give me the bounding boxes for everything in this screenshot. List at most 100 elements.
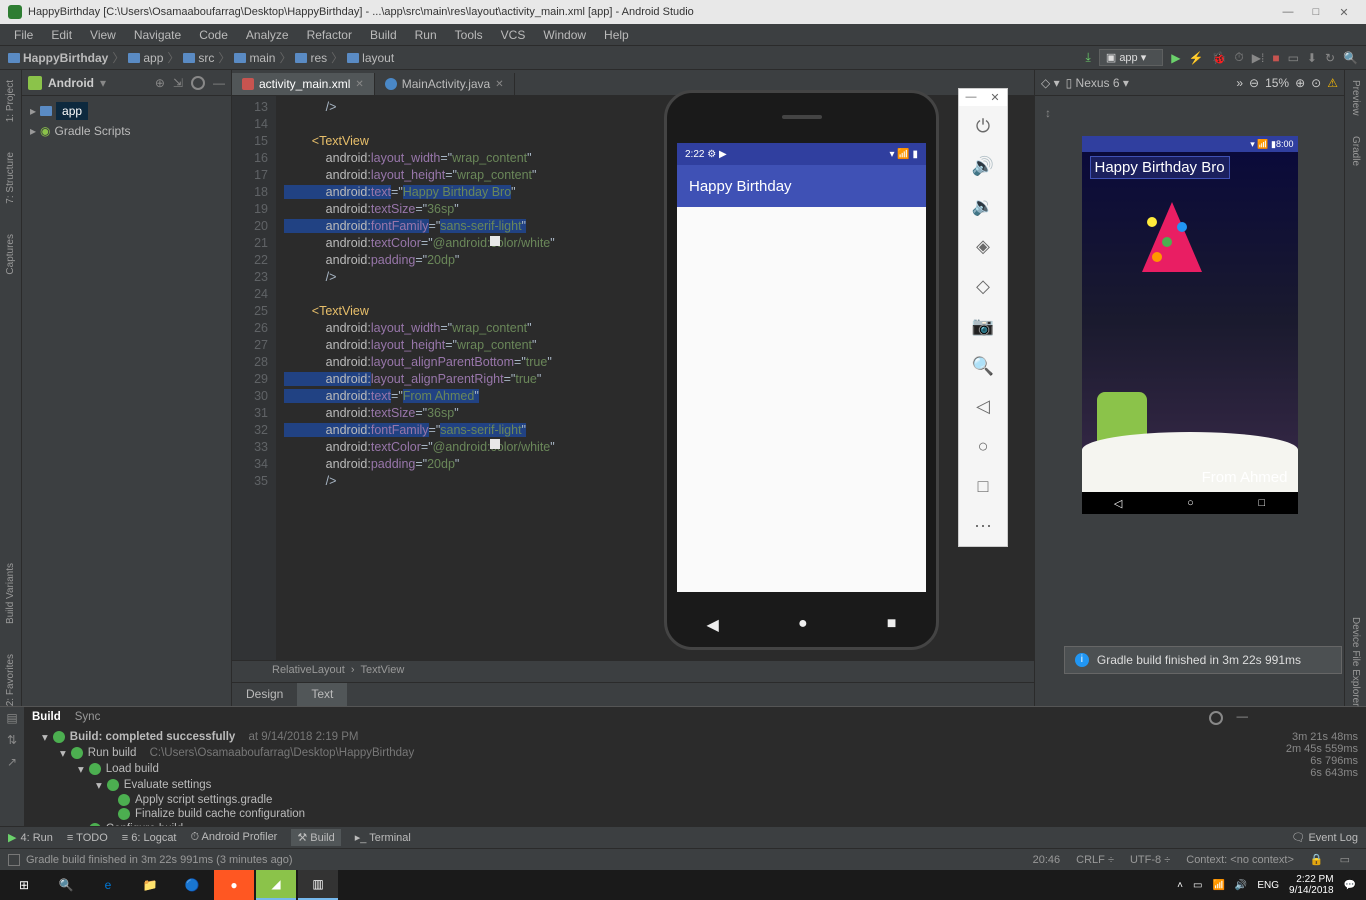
rail-device-explorer[interactable]: Device File Explorer <box>1350 617 1361 706</box>
explorer-icon[interactable]: 📁 <box>130 870 170 900</box>
preview-canvas[interactable]: ↕ ▾ 📶 ▮ 8:00 Happy Birthday Bro From Ahm… <box>1035 96 1344 706</box>
rail-project[interactable]: 1: Project <box>5 80 16 122</box>
tree-gradle[interactable]: Gradle Scripts <box>55 124 131 138</box>
zoom-icon[interactable]: 🔍 <box>959 346 1007 386</box>
wifi-icon[interactable]: 📶 <box>1212 880 1224 891</box>
tool-run[interactable]: 4: Run <box>8 831 53 844</box>
menu-window[interactable]: Window <box>535 26 594 44</box>
tab-text[interactable]: Text <box>297 683 347 706</box>
scroll-from-source-icon[interactable]: ⊕ <box>155 76 165 90</box>
tray-chevron-icon[interactable]: ˄ <box>1177 880 1183 891</box>
build-tab-build[interactable]: Build <box>32 711 61 725</box>
menu-build[interactable]: Build <box>362 26 405 44</box>
zoom-in-icon[interactable]: ⊕ <box>1295 76 1305 90</box>
sdk-button[interactable]: ⬇ <box>1307 51 1317 65</box>
menu-code[interactable]: Code <box>191 26 236 44</box>
menu-view[interactable]: View <box>82 26 124 44</box>
menu-refactor[interactable]: Refactor <box>299 26 360 44</box>
power-icon[interactable]: ⏻ <box>959 106 1007 146</box>
emu-overview-icon[interactable]: □ <box>959 466 1007 506</box>
tab-activity-main[interactable]: activity_main.xml✕ <box>232 73 375 95</box>
zoom-fit-icon[interactable]: ⊙ <box>1311 76 1321 90</box>
menu-navigate[interactable]: Navigate <box>126 26 189 44</box>
menu-vcs[interactable]: VCS <box>493 26 534 44</box>
menu-file[interactable]: File <box>6 26 41 44</box>
rail-preview[interactable]: Preview <box>1350 80 1361 116</box>
emu-home-icon[interactable]: ○ <box>959 426 1007 466</box>
build-toggle-icon[interactable]: ⇅ <box>7 733 17 747</box>
pan-icon[interactable]: ↕ <box>1045 106 1051 120</box>
apply-changes-button[interactable]: ⚡ <box>1188 51 1203 65</box>
menu-analyze[interactable]: Analyze <box>238 26 297 44</box>
notifications-icon[interactable]: 💬 <box>1344 880 1356 891</box>
menu-edit[interactable]: Edit <box>43 26 80 44</box>
project-tree[interactable]: ▸app ▸◉Gradle Scripts <box>22 96 231 144</box>
crumb-project[interactable]: HappyBirthday <box>8 51 108 65</box>
emulator-close-icon[interactable]: ✕ <box>983 89 1007 106</box>
source-text[interactable]: /> <TextView android:layout_width="wrap_… <box>276 96 555 660</box>
hide-icon[interactable]: — <box>213 76 225 90</box>
status-position[interactable]: 20:46 <box>1025 854 1069 866</box>
app-icon[interactable]: ● <box>214 870 254 900</box>
status-mem-icon[interactable]: ▭ <box>1332 853 1358 866</box>
rail-gradle[interactable]: Gradle <box>1350 136 1361 166</box>
home-icon[interactable]: ● <box>798 615 808 635</box>
crumb-src[interactable]: src <box>183 51 214 65</box>
tree-app[interactable]: app <box>56 102 88 120</box>
settings-icon[interactable] <box>191 76 205 90</box>
prev-config-icon[interactable]: » <box>1236 76 1243 90</box>
tool-logcat[interactable]: ≡ 6: Logcat <box>122 832 177 844</box>
status-line-sep[interactable]: CRLF ÷ <box>1068 854 1122 866</box>
close-tab-icon[interactable]: ✕ <box>495 79 503 90</box>
hide-icon[interactable]: — <box>1237 711 1249 725</box>
run-button[interactable]: ▶ <box>1171 51 1180 65</box>
notification-toast[interactable]: i Gradle build finished in 3m 22s 991ms <box>1064 646 1342 674</box>
system-tray[interactable]: ˄ ▭ 📶 🔊 ENG 2:22 PM9/14/2018 💬 <box>1177 874 1362 896</box>
run-config-dropdown[interactable]: ▣ app ▾ <box>1099 49 1163 66</box>
android-studio-icon[interactable]: ◢ <box>256 870 296 900</box>
crumb-layout[interactable]: layout <box>347 51 394 65</box>
emulator-task-icon[interactable]: ▥ <box>298 870 338 900</box>
warning-icon[interactable]: ⚠ <box>1327 76 1338 90</box>
more-icon[interactable]: ⋯ <box>959 506 1007 546</box>
volume-icon[interactable]: 🔊 <box>1235 880 1247 891</box>
debug-button[interactable]: 🐞 <box>1211 51 1226 65</box>
taskbar-clock[interactable]: 2:22 PM9/14/2018 <box>1289 874 1334 896</box>
menu-help[interactable]: Help <box>596 26 637 44</box>
close-tab-icon[interactable]: ✕ <box>355 79 363 90</box>
status-encoding[interactable]: UTF-8 ÷ <box>1122 854 1178 866</box>
close-button[interactable]: ✕ <box>1330 6 1358 19</box>
emulator-minimize-icon[interactable]: — <box>959 89 983 106</box>
attach-button[interactable]: ▶⁞ <box>1252 51 1265 65</box>
collapse-all-icon[interactable]: ⇲ <box>173 76 183 90</box>
crumb-app[interactable]: app <box>128 51 163 65</box>
build-filter-icon[interactable]: ▤ <box>6 711 17 725</box>
settings-icon[interactable] <box>1209 711 1223 725</box>
avd-button[interactable]: ▭ <box>1288 51 1299 65</box>
rail-structure[interactable]: 7: Structure <box>5 152 16 204</box>
emulator-screen[interactable]: 2:22 ⚙ ▶▾ 📶 ▮ Happy Birthday <box>677 143 926 592</box>
orientation-dropdown[interactable]: ◇ ▾ <box>1041 76 1060 90</box>
edge-icon[interactable]: e <box>88 870 128 900</box>
status-lock-icon[interactable]: 🔒 <box>1302 853 1332 866</box>
preview-text-1[interactable]: Happy Birthday Bro <box>1090 156 1230 179</box>
tab-design[interactable]: Design <box>232 683 297 706</box>
maximize-button[interactable]: □ <box>1302 6 1330 18</box>
build-export-icon[interactable]: ↗ <box>7 755 17 769</box>
make-button[interactable]: ⤓ <box>1086 50 1091 65</box>
crumb-res[interactable]: res <box>295 51 327 65</box>
start-button[interactable]: ⊞ <box>4 870 44 900</box>
rail-favorites[interactable]: 2: Favorites <box>5 654 16 706</box>
stop-button[interactable]: ■ <box>1272 51 1279 65</box>
android-emulator[interactable]: 2:22 ⚙ ▶▾ 📶 ▮ Happy Birthday ◀ ● ■ <box>664 90 939 650</box>
tab-main-activity[interactable]: MainActivity.java✕ <box>375 73 515 95</box>
device-dropdown[interactable]: ▯ Nexus 6 ▾ <box>1066 76 1129 90</box>
tool-todo[interactable]: ≡ TODO <box>67 832 108 844</box>
project-view-dropdown[interactable]: Android <box>48 76 94 90</box>
battery-icon[interactable]: ▭ <box>1193 880 1202 891</box>
volume-up-icon[interactable]: 🔊 <box>959 146 1007 186</box>
language-indicator[interactable]: ENG <box>1257 880 1279 891</box>
profile-button[interactable]: ⏱ <box>1234 50 1243 65</box>
zoom-out-icon[interactable]: ⊖ <box>1249 76 1259 90</box>
tool-terminal[interactable]: ▸_ Terminal <box>355 831 411 844</box>
